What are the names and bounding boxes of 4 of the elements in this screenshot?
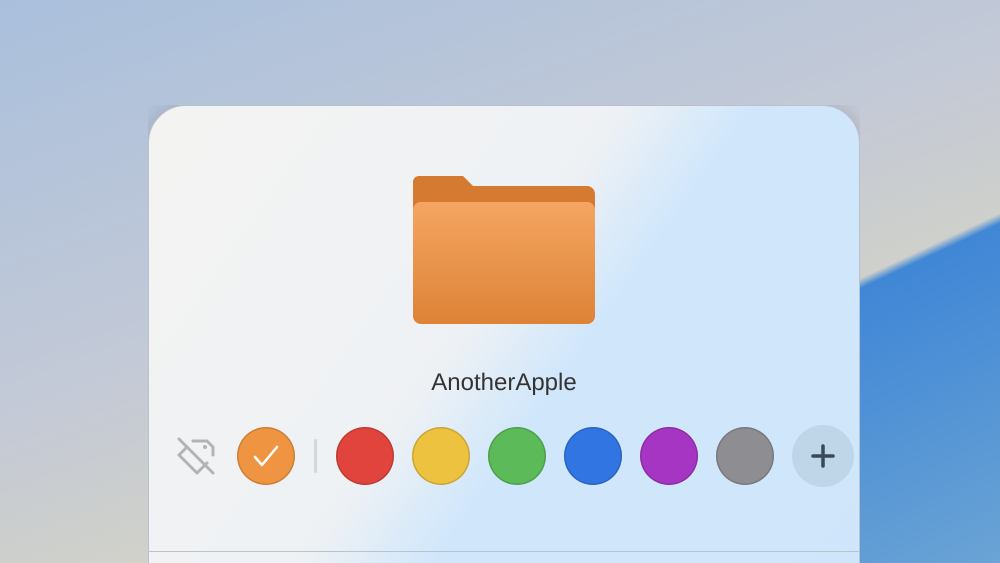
checkmark-icon (253, 445, 279, 467)
folder-icon (413, 176, 595, 324)
plus-icon (811, 444, 835, 468)
file-name: AnotherApple (431, 368, 577, 398)
